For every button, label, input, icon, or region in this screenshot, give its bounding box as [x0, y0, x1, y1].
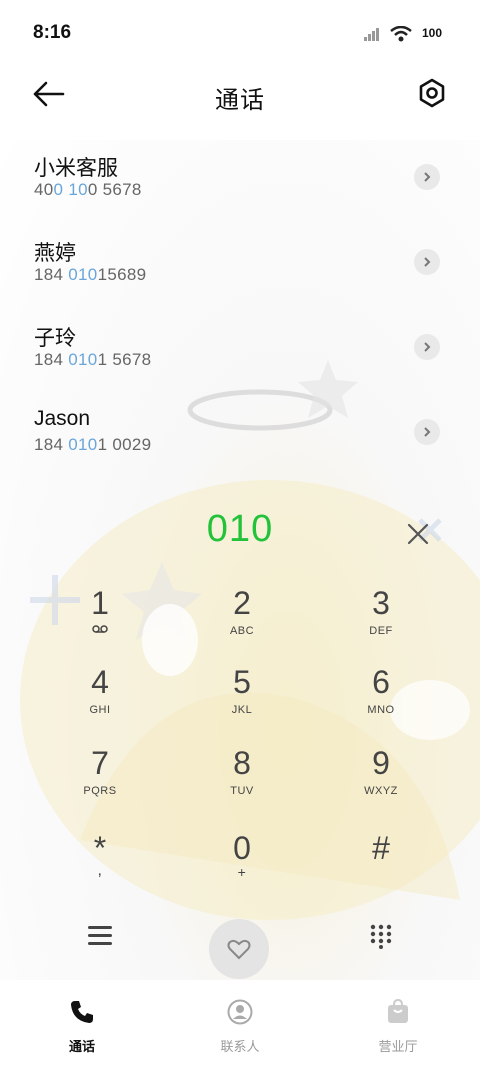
key-star[interactable]: * , — [40, 830, 160, 900]
call-button[interactable] — [209, 919, 269, 979]
key-0[interactable]: 0 + — [182, 830, 302, 900]
header: 通话 — [0, 64, 480, 124]
tab-label: 通话 — [68, 1039, 95, 1054]
key-digit: 6 — [372, 664, 390, 700]
tab-contacts[interactable]: 联系人 — [180, 999, 300, 1055]
key-letters: JKL — [231, 704, 253, 716]
contact-detail-button[interactable] — [414, 164, 440, 190]
menu-icon — [88, 926, 112, 945]
call-log-item[interactable]: 子玲 184 0101 5678 — [0, 310, 480, 395]
status-icons: 100 — [364, 24, 446, 44]
contact-name: 燕婷 — [34, 242, 76, 265]
close-icon — [407, 523, 429, 545]
call-log-item[interactable]: 小米客服 400 100 5678 — [0, 140, 480, 225]
contact-detail-button[interactable] — [414, 249, 440, 275]
key-8[interactable]: 8 TUV — [182, 745, 302, 815]
chevron-right-icon — [424, 172, 431, 182]
key-letters: , — [97, 862, 103, 879]
battery-level: 100 — [422, 26, 443, 40]
key-digit: # — [372, 830, 390, 866]
status-time: 8:16 — [33, 22, 72, 43]
chevron-right-icon — [424, 257, 431, 267]
contact-detail-button[interactable] — [414, 419, 440, 445]
bottom-tab-bar: 通话 联系人 营业厅 — [0, 985, 480, 1067]
key-digit: 3 — [372, 585, 390, 621]
dialer-actions — [0, 905, 480, 980]
key-3[interactable]: 3 DEF — [321, 585, 441, 655]
key-5[interactable]: 5 JKL — [182, 664, 302, 734]
key-digit: 1 — [91, 585, 109, 621]
menu-button[interactable] — [86, 923, 114, 949]
contact-name: 小米客服 — [34, 157, 118, 180]
person-icon — [227, 999, 253, 1025]
status-bar: 8:16 100 — [0, 0, 480, 64]
key-4[interactable]: 4 GHI — [40, 664, 160, 734]
tab-label: 营业厅 — [378, 1039, 418, 1054]
key-1[interactable]: 1 — [40, 585, 160, 655]
key-digit: 9 — [372, 745, 390, 781]
key-digit: 8 — [233, 745, 251, 781]
key-6[interactable]: 6 MNO — [321, 664, 441, 734]
key-letters: GHI — [89, 704, 111, 716]
key-digit: 0 — [233, 830, 251, 866]
contact-number: 184 0101 0029 — [34, 435, 152, 454]
call-log-item[interactable]: Jason 184 0101 0029 — [0, 395, 480, 480]
key-digit: 2 — [233, 585, 251, 621]
key-2[interactable]: 2 ABC — [182, 585, 302, 655]
gear-icon — [419, 78, 445, 108]
key-digit: 5 — [233, 664, 251, 700]
battery-icon: 100 — [422, 24, 446, 44]
tab-service-hall[interactable]: 营业厅 — [338, 998, 458, 1055]
heart-call-icon — [227, 939, 251, 960]
keypad-toggle-button[interactable] — [368, 923, 394, 949]
key-letters: + — [237, 864, 247, 880]
wifi-icon — [390, 26, 412, 42]
phone-icon — [71, 1001, 93, 1023]
clear-input-button[interactable] — [404, 520, 432, 548]
chevron-right-icon — [424, 342, 431, 352]
key-hash[interactable]: # — [321, 830, 441, 900]
page-title: 通话 — [215, 87, 265, 114]
key-9[interactable]: 9 WXYZ — [321, 745, 441, 815]
key-digit: 4 — [91, 664, 109, 700]
contact-number: 400 100 5678 — [34, 180, 142, 199]
key-7[interactable]: 7 PQRS — [40, 745, 160, 815]
contact-detail-button[interactable] — [414, 334, 440, 360]
contact-name: 子玲 — [34, 327, 76, 350]
key-letters: TUV — [230, 785, 254, 797]
key-letters: WXYZ — [364, 785, 398, 797]
key-letters: MNO — [367, 704, 395, 716]
settings-button[interactable] — [418, 78, 446, 108]
bag-icon — [388, 998, 408, 1023]
key-digit: * — [93, 830, 107, 866]
key-letters: ABC — [229, 625, 255, 637]
voicemail-icon — [92, 625, 108, 633]
dialpad-icon — [370, 924, 392, 949]
contact-name: Jason — [34, 407, 91, 430]
signal-icon — [364, 28, 379, 41]
tab-calls[interactable]: 通话 — [22, 999, 142, 1055]
tab-label: 联系人 — [220, 1039, 260, 1054]
contact-number: 184 01015689 — [34, 265, 147, 284]
call-log-item[interactable]: 燕婷 184 01015689 — [0, 225, 480, 310]
call-log-list: 小米客服 400 100 5678 燕婷 184 01015689 子玲 184… — [0, 140, 480, 480]
key-digit: 7 — [91, 745, 109, 781]
key-letters: DEF — [369, 625, 393, 637]
chevron-right-icon — [424, 427, 431, 437]
key-letters: PQRS — [83, 785, 117, 797]
contact-number: 184 0101 5678 — [34, 350, 152, 369]
